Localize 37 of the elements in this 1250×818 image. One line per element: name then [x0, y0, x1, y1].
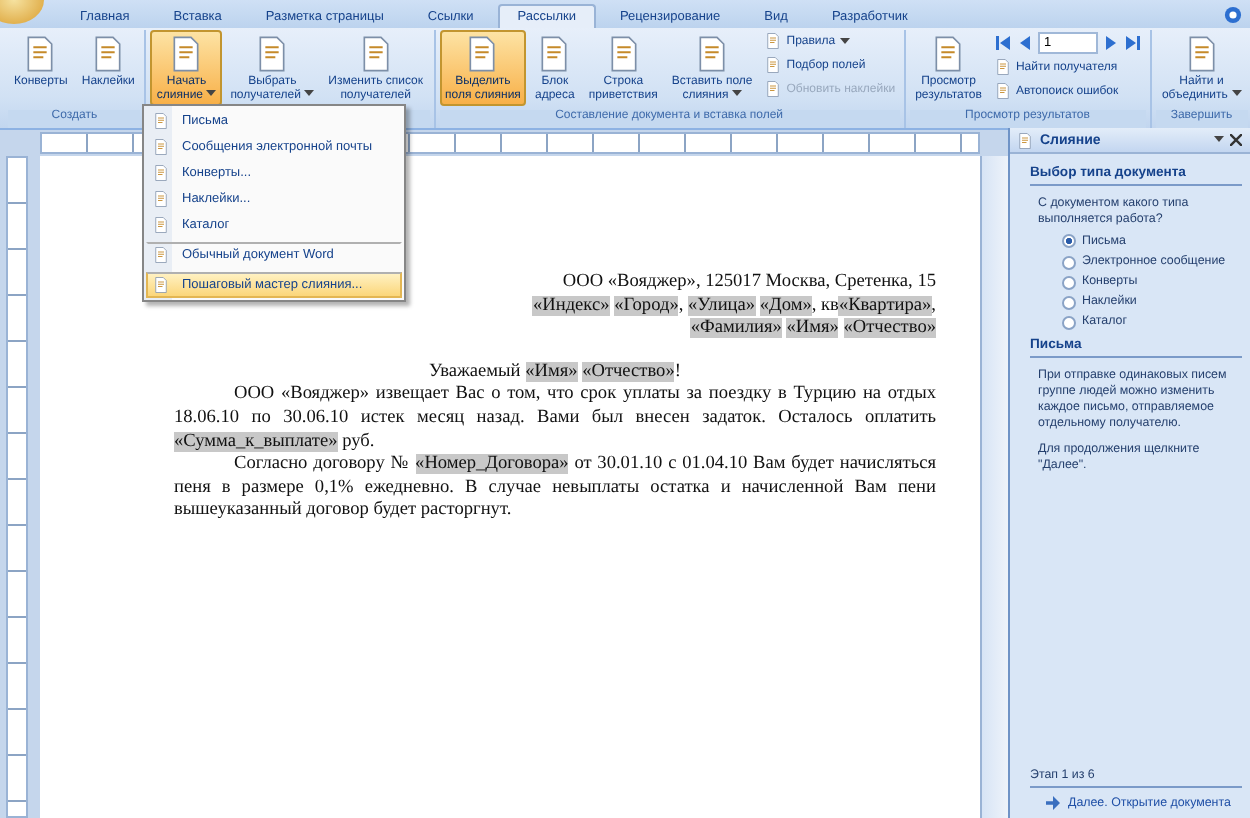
caret-icon	[839, 37, 850, 45]
previous-record-icon[interactable]	[1015, 33, 1034, 51]
radio-button[interactable]	[1062, 315, 1076, 330]
document-icon	[152, 190, 170, 208]
document-icon	[993, 58, 1012, 76]
close-icon[interactable]	[1230, 134, 1242, 146]
radio-button[interactable]	[1062, 234, 1076, 249]
caret-icon	[1231, 89, 1242, 98]
address-line: «Индекс» «Город», «Улица» «Дом», кв«Квартира»,	[532, 295, 936, 319]
arrow-icon	[1046, 796, 1060, 811]
document-icon	[764, 80, 783, 98]
greeting-line: Уважаемый «Имя» «Отчество»!	[429, 361, 681, 385]
next-record-icon[interactable]	[1101, 33, 1120, 51]
first-record-icon[interactable]	[993, 33, 1012, 51]
vertical-scrollbar[interactable]	[980, 156, 1008, 818]
caret-icon	[731, 89, 742, 98]
letter-paragraph: Согласно договору № «Номер_Договора» от 30.01.10 с 01.04.10 Вам будет начисляться пеня в размере 0,1% ежедневно. В случае невыплаты остатка и начисленной Вам пени вышеуказанный договор будет расторгнут.	[174, 454, 936, 524]
document-icon	[764, 56, 783, 74]
document-icon	[152, 246, 170, 264]
document-icon	[993, 82, 1012, 100]
address-line: «Фамилия» «Имя» «Отчество»	[690, 318, 936, 342]
document-icon	[152, 276, 170, 294]
letter-paragraph: ООО «Вояджер» извещает Вас о том, что срок уплаты за поездку в Турцию на отдых 18.06.10 по 30.06.10 истек месяц назад. Вами был внесен задаток. Осталось оплатить «Сумма_к_выплате» руб.	[174, 384, 936, 455]
address-line: ООО «Вояджер», 125017 Москва, Сретенка, 15	[562, 272, 936, 296]
caret-icon	[1214, 136, 1224, 144]
radio-button[interactable]	[1062, 255, 1076, 270]
document-icon	[152, 112, 170, 130]
radio-button[interactable]	[1062, 295, 1076, 310]
document-icon	[764, 32, 783, 50]
caret-icon	[304, 89, 315, 98]
last-record-icon[interactable]	[1123, 33, 1142, 51]
document-icon	[1016, 131, 1034, 149]
document-icon	[152, 216, 170, 234]
document-icon	[152, 164, 170, 182]
document-icon	[152, 138, 170, 156]
caret-icon	[206, 89, 217, 98]
radio-button[interactable]	[1062, 275, 1076, 290]
